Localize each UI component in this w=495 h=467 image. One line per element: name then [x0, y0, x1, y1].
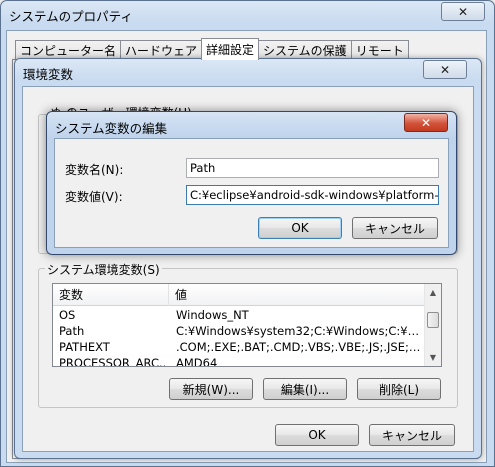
new-button[interactable]: 新規(W)... — [169, 378, 253, 400]
list-header: 変数 値 — [53, 284, 426, 306]
row-value: Windows_NT — [176, 308, 249, 322]
tab-hardware[interactable]: ハードウェア — [120, 40, 203, 60]
close-icon: ✕ — [420, 115, 432, 130]
variable-value-input[interactable]: C:¥eclipse¥android-sdk-windows¥platform-… — [186, 185, 439, 205]
table-row[interactable]: Path C:¥Windows¥system32;C:¥Windows;C:¥W… — [53, 323, 426, 339]
row-value: .COM;.EXE;.BAT;.CMD;.VBS;.VBE;.JS;.JSE;.… — [176, 340, 424, 354]
edit-dialog-client: 変数名(N): Path 変数値(V): C:¥eclipse¥android-… — [54, 138, 449, 248]
row-value: AMD64 — [176, 356, 218, 367]
variable-name-label: 変数名(N): — [65, 163, 124, 177]
delete-button[interactable]: 削除(L) — [357, 378, 441, 400]
edit-ok-button[interactable]: OK — [258, 217, 342, 239]
tab-remote[interactable]: リモート — [350, 40, 409, 60]
edit-system-variable-dialog: システム変数の編集 ✕ 変数名(N): Path 変数値(V): C:¥ecli… — [46, 111, 457, 255]
edit-cancel-button[interactable]: キャンセル — [352, 217, 438, 239]
column-header-value[interactable]: 値 — [169, 284, 426, 306]
close-icon: ✕ — [457, 4, 469, 19]
scroll-up-icon[interactable]: ▲ — [425, 284, 441, 301]
table-row[interactable]: PROCESSOR_ARC... AMD64 — [53, 355, 426, 367]
window-title: システムのプロパティ — [9, 9, 133, 24]
tab-strip: コンピューター名 ハードウェア 詳細設定 システムの保護 リモート — [15, 38, 409, 60]
env-window-title: 環境変数 — [23, 67, 74, 82]
row-name: PROCESSOR_ARC... — [59, 356, 167, 367]
variable-name-input[interactable]: Path — [186, 158, 439, 178]
env-cancel-button[interactable]: キャンセル — [369, 424, 455, 446]
close-button[interactable]: ✕ — [441, 2, 485, 21]
column-header-variable[interactable]: 変数 — [53, 284, 169, 306]
scroll-down-icon[interactable]: ▼ — [425, 349, 441, 366]
table-row[interactable]: OS Windows_NT — [53, 307, 426, 323]
scroll-thumb[interactable] — [427, 312, 439, 328]
row-name: PATHEXT — [59, 340, 110, 354]
list-scrollbar[interactable]: ▲ ▼ — [424, 284, 441, 366]
edit-close-button[interactable]: ✕ — [404, 113, 448, 132]
row-name: OS — [59, 308, 76, 322]
row-name: Path — [59, 324, 85, 338]
row-value: C:¥Windows¥system32;C:¥Windows;C:¥Window… — [176, 324, 424, 338]
system-variables-list[interactable]: 変数 値 OS Windows_NT Path C:¥Windows¥syste… — [52, 283, 442, 367]
tab-computer-name[interactable]: コンピューター名 — [15, 40, 122, 60]
table-row[interactable]: PATHEXT .COM;.EXE;.BAT;.CMD;.VBS;.VBE;.J… — [53, 339, 426, 355]
system-variables-label: システム環境変数(S) — [45, 261, 162, 278]
close-icon: ✕ — [439, 62, 451, 77]
env-close-button[interactable]: ✕ — [423, 60, 467, 79]
variable-value-label: 変数値(V): — [65, 190, 123, 204]
tab-advanced[interactable]: 詳細設定 — [201, 38, 260, 60]
tab-system-protection[interactable]: システムの保護 — [258, 40, 352, 60]
env-ok-button[interactable]: OK — [275, 424, 359, 446]
edit-button[interactable]: 編集(I)... — [263, 378, 347, 400]
edit-dialog-title: システム変数の編集 — [55, 121, 168, 136]
